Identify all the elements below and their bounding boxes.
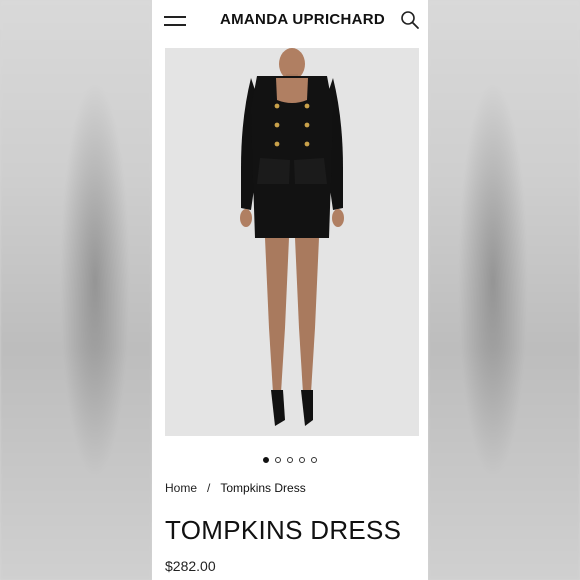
- site-header: AMANDA UPRICHARD: [152, 0, 428, 44]
- blurred-figure: [60, 80, 130, 480]
- hamburger-menu-icon[interactable]: [164, 14, 186, 28]
- model-illustration: [165, 48, 419, 436]
- search-icon[interactable]: [400, 10, 420, 30]
- breadcrumb-current: Tompkins Dress: [220, 481, 306, 495]
- breadcrumb-home-link[interactable]: Home: [165, 481, 197, 495]
- carousel-dot[interactable]: [263, 457, 269, 463]
- brand-logo[interactable]: AMANDA UPRICHARD: [220, 11, 385, 28]
- blurred-background-right: [428, 0, 580, 580]
- product-image[interactable]: [165, 48, 419, 436]
- breadcrumb: Home / Tompkins Dress: [165, 481, 306, 495]
- blurred-figure: [458, 80, 528, 480]
- mobile-page: AMANDA UPRICHARD Home / Tompkins Dress T…: [152, 0, 428, 580]
- carousel-dot[interactable]: [299, 457, 305, 463]
- product-title: TOMPKINS DRESS: [165, 515, 402, 545]
- blurred-background-left: [0, 0, 152, 580]
- carousel-dot[interactable]: [311, 457, 317, 463]
- carousel-dot[interactable]: [287, 457, 293, 463]
- breadcrumb-separator: /: [207, 481, 211, 495]
- carousel-dot[interactable]: [275, 457, 281, 463]
- carousel-indicators: [152, 450, 428, 464]
- product-price: $282.00: [165, 558, 216, 574]
